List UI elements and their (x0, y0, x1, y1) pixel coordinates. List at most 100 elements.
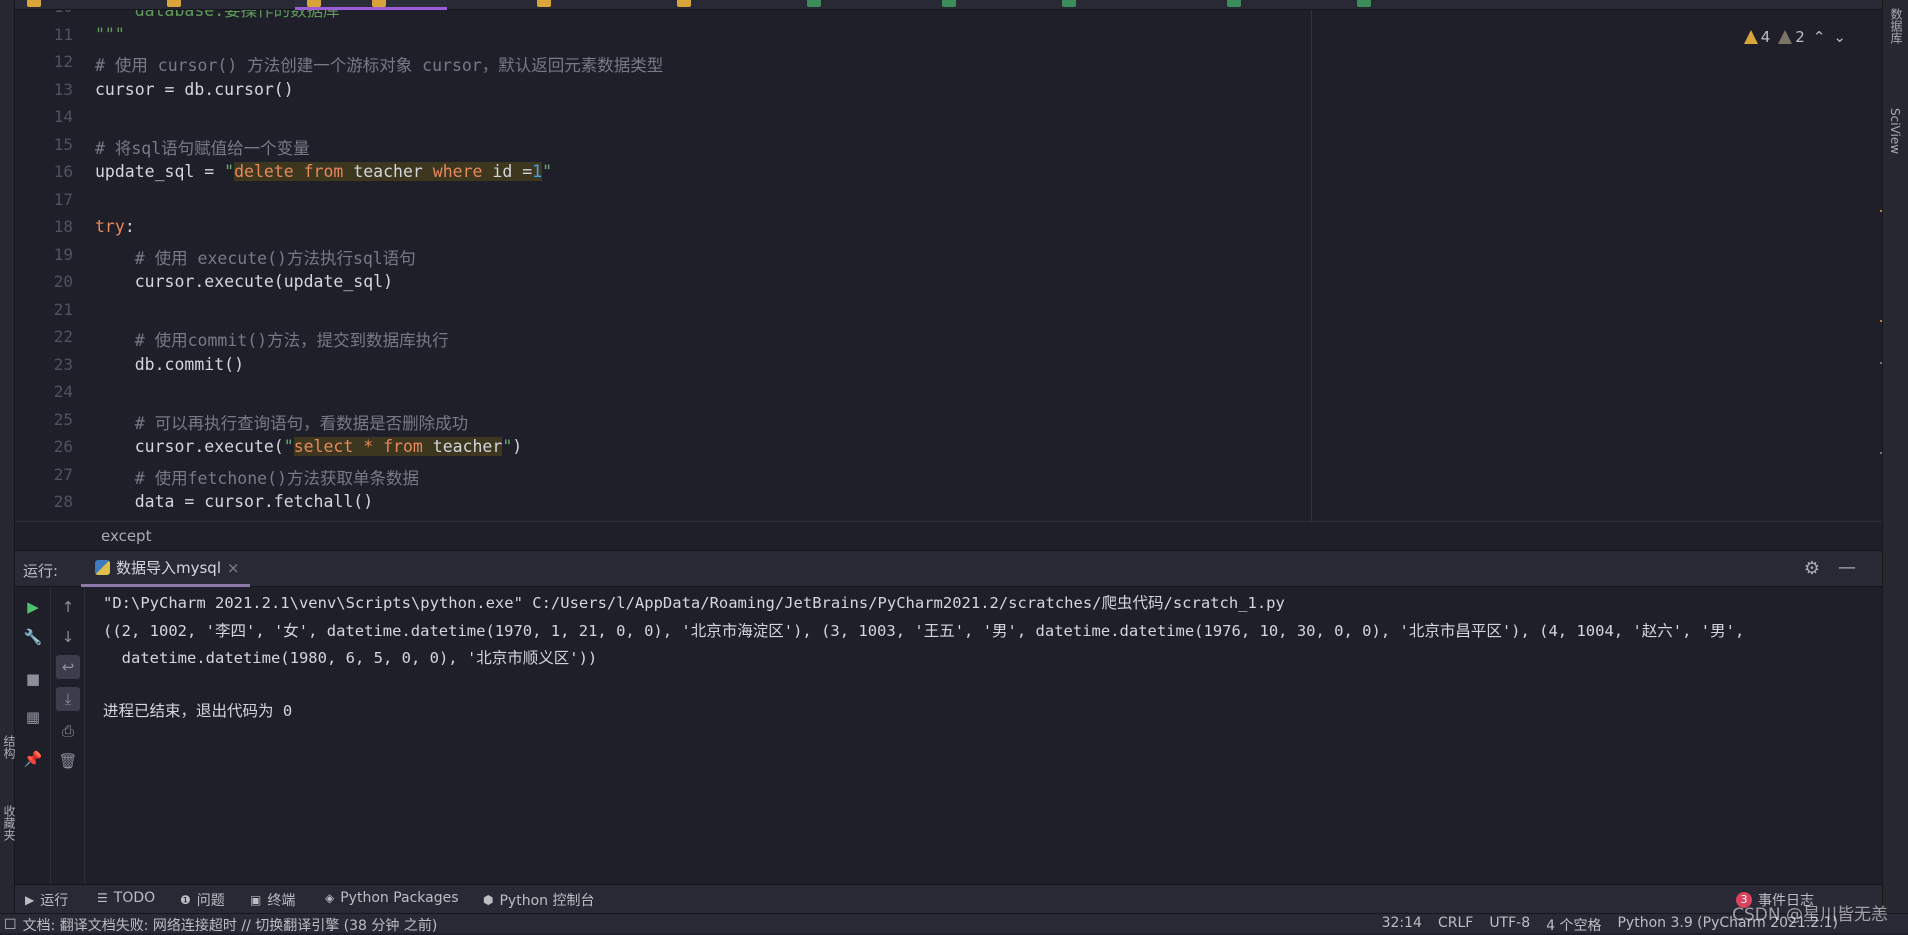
code-token: " (502, 437, 513, 456)
line-number: 28 (53, 492, 73, 511)
tool-tab-todo[interactable]: ☰ TODO (97, 890, 155, 906)
python-file-icon (372, 0, 386, 7)
wrench-icon[interactable]: 🔧 (21, 625, 45, 649)
editor-tab[interactable] (525, 0, 650, 10)
rerun-icon[interactable]: ▶ (21, 595, 45, 619)
code-token: : (124, 217, 135, 236)
code-token: # 将sql语句赋值给一个变量 (95, 138, 310, 158)
line-number: 11 (53, 24, 73, 44)
code-line: cursor.execute(update_sql) (95, 272, 393, 291)
tool-tab-python-packages[interactable]: ◈ Python Packages (325, 890, 459, 906)
problems-icon: ❶ (180, 893, 191, 907)
previous-highlight-icon[interactable]: ⌃ (1813, 28, 1826, 46)
tool-tab-终端[interactable]: ▣ 终端 (250, 890, 295, 910)
tool-tab-label: 运行 (40, 893, 69, 909)
python-file-icon (677, 0, 691, 7)
code-token: id = (492, 162, 533, 181)
list-icon: ☰ (97, 891, 108, 905)
status-message[interactable]: 文档: 翻译文档失败: 网络连接超时 // 切换翻译引擎 (38 分钟 之前) (23, 915, 438, 935)
inspection-widget[interactable]: 4 2 ⌃ ⌄ (1743, 28, 1846, 46)
warning-marker[interactable] (1880, 320, 1882, 322)
packages-icon: ◈ (325, 891, 335, 905)
next-highlight-icon[interactable]: ⌄ (1833, 28, 1846, 46)
spreadsheet-icon (1062, 0, 1076, 7)
layout-icon[interactable]: ▦ (21, 705, 45, 729)
run-console[interactable]: ▶ 🔧 ■ ▦ 📌 ↑ ↓ ↩ ⤓ ⎙ 🗑 "D:\PyCharm 2021.2… (15, 587, 1882, 884)
line-gutter: 10 11 12 13 14 15 16 17 18 19 20 21 22 23 24 25 26 27 28 (15, 10, 87, 521)
run-tab[interactable]: 数据导入mysql × (81, 551, 250, 587)
code-line: # 将sql语句赋值给一个变量 (95, 135, 310, 159)
code-token: 1 (532, 162, 543, 181)
breadcrumb-item[interactable]: except (101, 527, 151, 545)
down-arrow-icon[interactable]: ↓ (56, 625, 80, 649)
terminal-icon: ▣ (250, 893, 262, 907)
editor-tab-bar (15, 0, 1882, 10)
editor-tab[interactable] (795, 0, 920, 10)
watermark: CSDN @星川皆无恙 (1732, 905, 1888, 925)
print-icon[interactable]: ⎙ (56, 719, 80, 743)
tool-tab-label: Python 控制台 (499, 893, 595, 909)
tool-tab-label: 问题 (196, 893, 225, 909)
line-number: 18 (53, 217, 73, 236)
python-file-icon (307, 0, 321, 7)
weak-warning-marker[interactable] (1880, 452, 1882, 454)
editor-tab[interactable] (1050, 0, 1175, 10)
line-number: 21 (53, 299, 73, 319)
code-editor[interactable]: 10111213141516171819202122232425262728 d… (15, 10, 1882, 521)
status-message-icon: ☐ (4, 917, 17, 933)
run-tab-label: 数据导入mysql (116, 559, 221, 577)
tool-tab-问题[interactable]: ❶ 问题 (180, 890, 225, 910)
editor-tab[interactable] (155, 0, 280, 10)
caret-position[interactable]: 32:14 (1382, 915, 1422, 935)
database-tool-button[interactable]: 数据库 (1888, 8, 1905, 44)
trash-icon[interactable]: 🗑 (56, 749, 80, 773)
code-line: db.commit() (95, 355, 244, 374)
tool-tab-python-控制台[interactable]: ⬢ Python 控制台 (483, 890, 594, 910)
console-toolbar-right: ↑ ↓ ↩ ⤓ ⎙ 🗑 (51, 587, 85, 884)
editor-tab[interactable] (1215, 0, 1340, 10)
weak-warning-count[interactable]: 2 (1778, 28, 1805, 46)
code-line: """ (95, 25, 125, 44)
spreadsheet-icon (1227, 0, 1241, 7)
python-file-icon (27, 0, 41, 7)
stop-icon[interactable]: ■ (21, 667, 45, 691)
warning-icon (1743, 30, 1758, 44)
tool-window-bar: ▶ 运行 ☰ TODO ❶ 问题 ▣ 终端 ◈ Python Packages ⬢ Python 控制… (15, 884, 1882, 913)
left-tool-strip: 结构 收藏夹 (0, 0, 16, 913)
up-arrow-icon[interactable]: ↑ (56, 595, 80, 619)
line-number: 16 (53, 162, 73, 181)
editor-tab[interactable] (665, 0, 790, 10)
code-token: cursor.execute( (95, 437, 284, 456)
code-token: teacher (353, 162, 433, 181)
line-number: 13 (53, 79, 73, 99)
python-file-icon (537, 0, 551, 7)
indent-setting[interactable]: 4 个空格 (1546, 915, 1601, 935)
minimize-icon[interactable]: — (1838, 557, 1856, 578)
right-tool-strip: 数据库 SciView (1882, 0, 1908, 913)
console-line: 进程已结束，退出代码为 0 (103, 702, 293, 720)
file-encoding[interactable]: UTF-8 (1489, 915, 1530, 935)
editor-tab[interactable] (1345, 0, 1470, 10)
tool-tab-运行[interactable]: ▶ 运行 (25, 890, 68, 910)
soft-wrap-icon[interactable]: ↩ (56, 655, 80, 679)
tool-tab-label: 终端 (267, 893, 296, 909)
scroll-to-end-icon[interactable]: ⤓ (56, 687, 80, 711)
code-token: # 使用 cursor() 方法创建一个游标对象 cursor，默认返回元素数据… (95, 56, 664, 75)
code-token: # 使用 execute()方法执行sql语句 (95, 248, 416, 268)
code-line: data = cursor.fetchall() (95, 492, 373, 511)
editor-tab[interactable] (930, 0, 1055, 10)
line-number: 27 (53, 464, 73, 484)
editor-tab[interactable] (360, 0, 485, 10)
editor-tab[interactable] (15, 0, 140, 10)
code-token: # 使用commit()方法，提交到数据库执行 (95, 331, 449, 350)
code-token: data = cursor.fetchall() (95, 492, 374, 511)
warning-count[interactable]: 4 (1743, 28, 1770, 46)
pin-icon[interactable]: 📌 (21, 747, 45, 771)
line-separator[interactable]: CRLF (1438, 915, 1473, 935)
gear-icon[interactable]: ⚙ (1804, 558, 1820, 579)
sciview-tool-button[interactable]: SciView (1888, 108, 1902, 154)
warning-marker[interactable] (1880, 210, 1882, 212)
weak-warning-marker[interactable] (1880, 362, 1882, 364)
run-label: 运行: (23, 562, 59, 580)
close-icon[interactable]: × (227, 559, 240, 577)
